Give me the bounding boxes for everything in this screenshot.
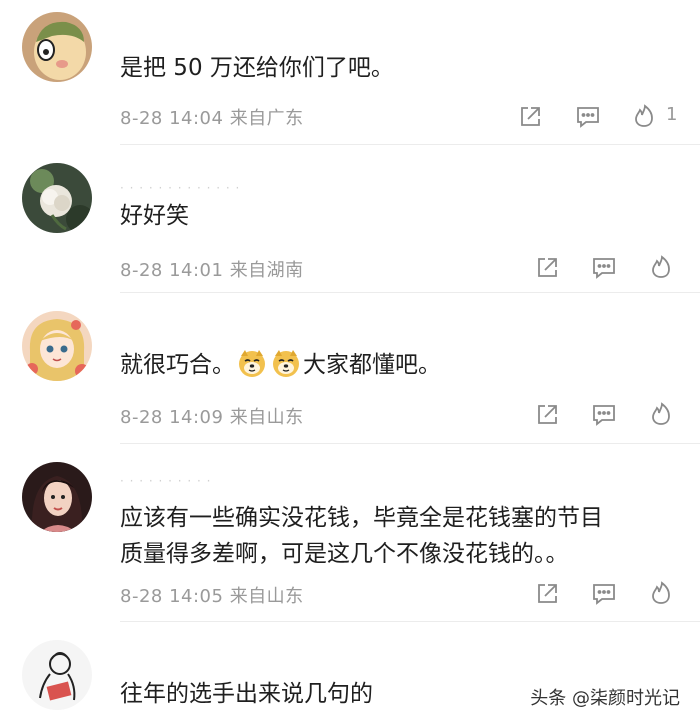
comment-meta: 8-28 14:04 来自广东: [120, 104, 304, 130]
doge-emoji-icon: [237, 348, 267, 378]
avatar[interactable]: [22, 311, 92, 381]
comment-item: 是把 50 万还给你们了吧。 8-28 14:04 来自广东 1: [0, 0, 700, 145]
comment-date: 8-28 14:01: [120, 260, 224, 281]
like-flame-icon[interactable]: [648, 401, 674, 427]
avatar[interactable]: [22, 12, 92, 82]
like-flame-icon[interactable]: [648, 580, 674, 606]
comment-text: 应该有一些确实没花钱，毕竟全是花钱塞的节目 质量得多差啊，可是这几个不像没花钱的…: [120, 500, 682, 572]
reply-icon[interactable]: [575, 104, 601, 130]
username-placeholder: · · · · · · · · · ·: [120, 474, 212, 488]
share-icon[interactable]: [534, 581, 560, 607]
comment-location: 来自广东: [229, 108, 304, 129]
like-flame-icon[interactable]: [631, 103, 657, 129]
avatar[interactable]: [22, 462, 92, 532]
comment-text-part: 大家都懂吧。: [303, 352, 441, 378]
comment-text: 就很巧合。 大家都懂吧。: [120, 347, 682, 383]
watermark: 头条 @柒颜时光记: [530, 688, 680, 709]
comment-meta: 8-28 14:05 来自山东: [120, 582, 304, 608]
comment-location: 来自山东: [229, 407, 304, 428]
comment-date: 8-28 14:05: [120, 586, 224, 607]
comment-text-line: 应该有一些确实没花钱，毕竟全是花钱塞的节目: [120, 505, 603, 531]
comment-item: · · · · · · · · · · 应该有一些确实没花钱，毕竟全是花钱塞的节…: [0, 444, 700, 622]
username-placeholder: · · · · · · · · · · · · ·: [120, 181, 241, 195]
reply-icon[interactable]: [591, 255, 617, 281]
avatar[interactable]: [22, 163, 92, 233]
comment-date: 8-28 14:04: [120, 108, 224, 129]
comment-meta: 8-28 14:01 来自湖南: [120, 256, 304, 282]
comment-location: 来自山东: [229, 586, 304, 607]
comment-text-line: 质量得多差啊，可是这几个不像没花钱的。。: [120, 541, 569, 567]
comment-location: 来自湖南: [229, 260, 304, 281]
share-icon[interactable]: [534, 255, 560, 281]
doge-emoji-icon: [271, 348, 301, 378]
comment-text: 好好笑: [120, 203, 189, 229]
comment-text-part: 就很巧合。: [120, 352, 235, 378]
reply-icon[interactable]: [591, 402, 617, 428]
comment-item: 就很巧合。 大家都懂吧。 8-28 14:09 来自山东: [0, 293, 700, 444]
reply-icon[interactable]: [591, 581, 617, 607]
like-flame-icon[interactable]: [648, 254, 674, 280]
comment-date: 8-28 14:09: [120, 407, 224, 428]
comment-meta: 8-28 14:09 来自山东: [120, 403, 304, 429]
comment-text: 是把 50 万还给你们了吧。: [120, 55, 394, 81]
share-icon[interactable]: [534, 402, 560, 428]
share-icon[interactable]: [517, 104, 543, 130]
comment-item: · · · · · · · · · · · · · 好好笑 8-28 14:01…: [0, 145, 700, 293]
like-count: 1: [666, 104, 678, 125]
avatar[interactable]: [22, 640, 92, 710]
